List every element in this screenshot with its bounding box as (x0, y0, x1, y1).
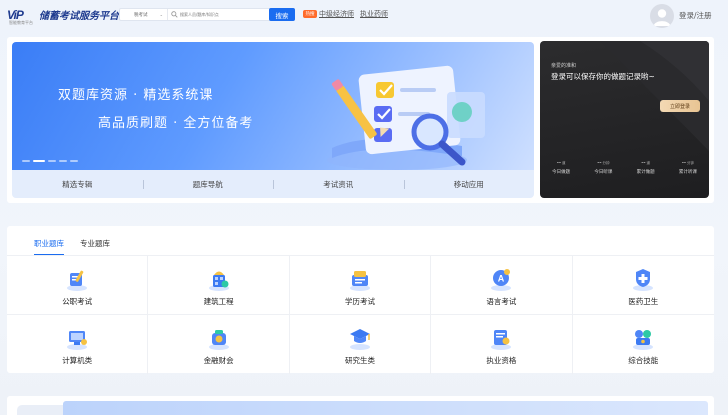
category-construction[interactable]: 建筑工程 (148, 256, 290, 315)
quick-nav-bank[interactable]: 题库导航 (142, 179, 274, 190)
carousel-dots (22, 160, 78, 162)
graduate-cap-icon (349, 329, 370, 350)
quick-nav-bar: 精选专辑 题库导航 考试资讯 移动应用 (12, 170, 534, 198)
category-language[interactable]: A 语言考试 (431, 256, 573, 315)
category-graduate[interactable]: 研究生类 (290, 315, 432, 374)
banner-headline-2: 高品质刷题 · 全方位备考 (98, 116, 254, 131)
login-tip: 登录可以保存你的做题记录哟~ (551, 72, 655, 81)
quick-nav-albums[interactable]: 精选专辑 (12, 179, 143, 190)
carousel-dot-active[interactable] (33, 160, 45, 162)
language-icon: A (491, 269, 512, 291)
chevron-down-icon: ⌄ (159, 12, 163, 17)
hot-link-1[interactable]: 中级经济师 (319, 9, 354, 19)
computer-icon (67, 331, 88, 350)
next-section-preview (7, 396, 714, 415)
stat-total-lessons: --分钟 累计听课 (678, 159, 697, 175)
finance-icon (208, 330, 229, 350)
login-now-button[interactable]: 立即登录 (660, 100, 700, 112)
site-logo[interactable]: ViP 智能教育平台 储蓄考试服务平台 (7, 7, 119, 25)
category-diploma[interactable]: 学历考试 (289, 256, 432, 315)
category-tabs: 职业题库 专业题库 (34, 238, 110, 256)
stat-total-questions: --道 累计做题 (636, 159, 655, 175)
certificate-icon (491, 330, 512, 350)
category-certificate[interactable]: 执业资格 (431, 315, 573, 374)
search-button[interactable]: 搜索 (269, 8, 295, 21)
tab-career-bank[interactable]: 职业题库 (34, 238, 64, 256)
carousel-dot[interactable] (22, 160, 30, 162)
hero-banner[interactable]: 双题库资源 · 精选系统课 高品质刷题 · 全方位备考 (12, 42, 534, 170)
promo-banner-stub (63, 401, 708, 415)
carousel-dot[interactable] (70, 160, 78, 162)
greeting-text: 亲爱的准和 (551, 63, 577, 69)
category-computer[interactable]: 计算机类 (7, 315, 149, 374)
hot-link-2[interactable]: 执业药师 (360, 9, 388, 19)
category-finance[interactable]: 金融财会 (148, 315, 290, 374)
stat-today-questions: --道 今日做题 (552, 159, 571, 175)
category-skills[interactable]: 综合技能 (573, 315, 714, 374)
hot-badge: 热搜 (303, 10, 317, 18)
logo-mark: ViP 智能教育平台 (7, 7, 33, 25)
svg-text:A: A (498, 274, 505, 284)
building-icon (208, 271, 229, 291)
login-register-link[interactable]: 登录/注册 (679, 10, 712, 21)
top-header: ViP 智能教育平台 储蓄考试服务平台 税考试 ⌄ 搜索 热搜 中级经济师 执业… (0, 0, 728, 32)
carousel-dot[interactable] (48, 160, 56, 162)
stat-today-lessons: --分钟 今日听课 (594, 159, 613, 175)
avatar[interactable] (650, 4, 674, 28)
skills-icon (633, 330, 654, 350)
search-category-select[interactable]: 税考试 ⌄ (120, 9, 168, 20)
medicine-icon (633, 269, 654, 291)
category-medicine[interactable]: 医药卫生 (572, 256, 714, 315)
study-stats: --道 今日做题 --分钟 今日听课 --道 累计做题 --分钟 累计听课 (540, 159, 709, 175)
quick-nav-news[interactable]: 考试资讯 (273, 179, 404, 190)
quick-nav-mobile[interactable]: 移动应用 (403, 179, 535, 190)
search-icon (168, 9, 180, 20)
user-side-panel: 亲爱的准和 登录可以保存你的做题记录哟~ 立即登录 --道 今日做题 --分钟 … (540, 41, 709, 198)
carousel-dot[interactable] (59, 160, 67, 162)
search-input[interactable] (180, 12, 270, 17)
category-gov-exam[interactable]: 公职考试 (7, 256, 149, 315)
category-grid: 公职考试 建筑工程 学历考试 A 语言考试 医药卫生 计算机类 金融财会 研究生… (7, 255, 714, 374)
diploma-icon (349, 271, 370, 291)
logo-text: 储蓄考试服务平台 (39, 11, 119, 22)
checklist-illustration (327, 65, 485, 170)
tab-professional-bank[interactable]: 专业题库 (80, 238, 110, 256)
banner-headline-1: 双题库资源 · 精选系统课 (58, 88, 214, 103)
gov-exam-icon (67, 270, 88, 291)
